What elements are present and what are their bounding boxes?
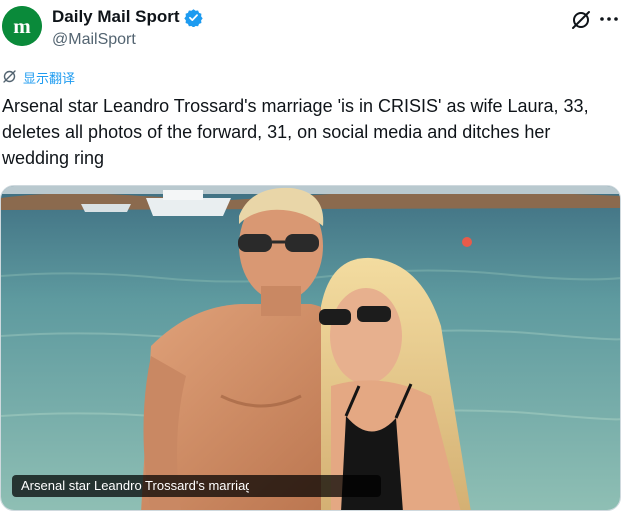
photo-caption: Arsenal star Leandro Trossard's marriage: [12, 475, 381, 497]
account-handle[interactable]: @MailSport: [52, 30, 136, 50]
verified-badge-icon: [183, 8, 203, 28]
tweet-text: Arsenal star Leandro Trossard's marriage…: [2, 96, 589, 168]
display-name[interactable]: Daily Mail Sport: [52, 7, 180, 27]
photo-caption-text: Arsenal star Leandro Trossard's marriage: [21, 478, 249, 493]
translate-icon: [2, 69, 17, 89]
tweet-photo[interactable]: [0, 185, 621, 511]
tweet-header: m Daily Mail Sport @MailSport: [0, 0, 624, 60]
more-icon[interactable]: [598, 8, 620, 30]
avatar[interactable]: m: [2, 6, 42, 46]
show-translation-label[interactable]: 显示翻译: [23, 70, 75, 88]
svg-text:m: m: [13, 14, 31, 38]
show-translation-button[interactable]: 显示翻译: [2, 69, 75, 89]
name-row: Daily Mail Sport: [52, 7, 203, 28]
grok-icon[interactable]: [570, 9, 592, 31]
